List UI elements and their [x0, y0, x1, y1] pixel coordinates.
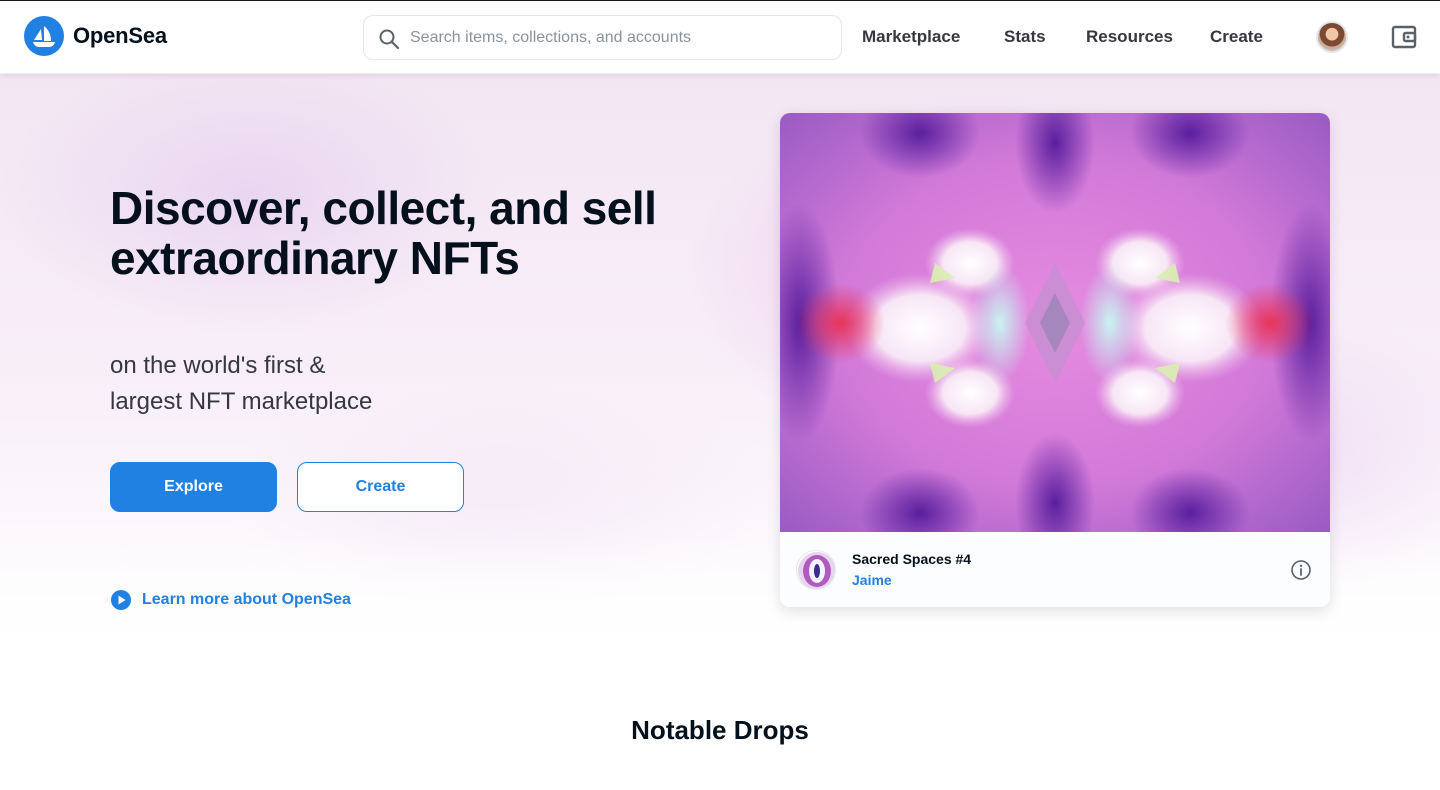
- nav-stats[interactable]: Stats: [1004, 27, 1046, 47]
- search-input[interactable]: [410, 16, 830, 59]
- search-icon: [379, 29, 400, 50]
- brand-name[interactable]: OpenSea: [73, 23, 167, 49]
- play-circle-icon: [111, 590, 131, 610]
- hero-section: Discover, collect, and sell extraordinar…: [0, 74, 1440, 654]
- wallet-icon[interactable]: [1390, 23, 1418, 51]
- search-bar[interactable]: [363, 15, 842, 60]
- nav-create[interactable]: Create: [1210, 27, 1263, 47]
- featured-nft-image[interactable]: [780, 113, 1330, 532]
- profile-avatar[interactable]: [1316, 21, 1348, 53]
- featured-nft-card[interactable]: Sacred Spaces #4 Jaime: [780, 113, 1330, 607]
- creator-avatar[interactable]: [796, 550, 836, 590]
- nav-marketplace[interactable]: Marketplace: [862, 27, 960, 47]
- notable-drops-heading: Notable Drops: [631, 715, 809, 745]
- featured-nft-footer: Sacred Spaces #4 Jaime: [780, 532, 1330, 607]
- nav-resources[interactable]: Resources: [1086, 27, 1173, 47]
- opensea-logo-icon[interactable]: [24, 16, 64, 56]
- learn-more-text: Learn more about OpenSea: [142, 591, 351, 608]
- hero-subtitle-line1: on the world's first &: [110, 352, 326, 379]
- hero-subtitle-line2: largest NFT marketplace: [110, 388, 373, 415]
- top-navigation-bar: OpenSea Marketplace Stats Resources Crea…: [0, 1, 1440, 73]
- nft-title[interactable]: Sacred Spaces #4: [852, 551, 971, 567]
- nft-creator-link[interactable]: Jaime: [852, 572, 892, 588]
- hero-subtitle: on the world's first & largest NFT marke…: [110, 348, 470, 420]
- hero-title: Discover, collect, and sell extraordinar…: [110, 182, 657, 284]
- learn-more-link[interactable]: Learn more about OpenSea: [110, 589, 351, 611]
- explore-button[interactable]: Explore: [110, 462, 277, 512]
- create-button[interactable]: Create: [297, 462, 464, 512]
- info-icon[interactable]: [1290, 559, 1312, 581]
